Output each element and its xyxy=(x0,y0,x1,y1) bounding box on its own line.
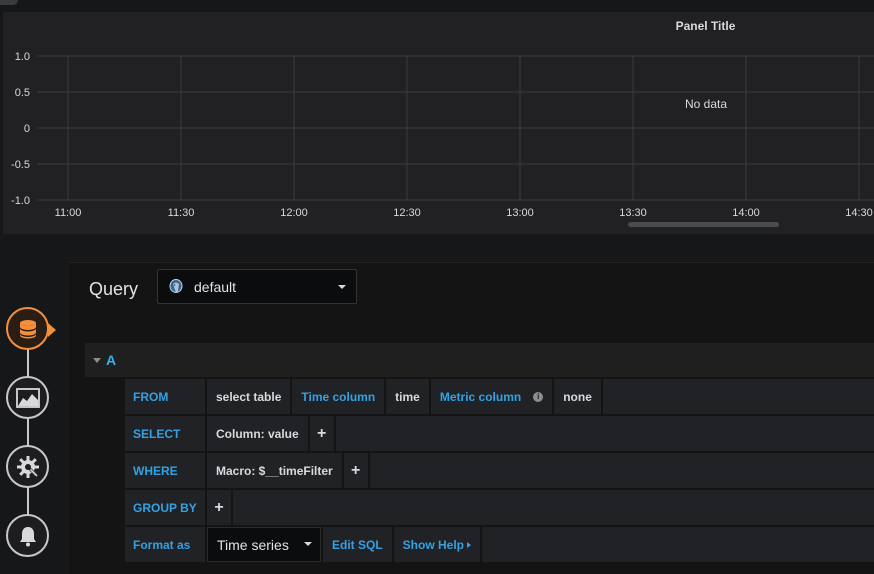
format-select-value: Time series xyxy=(217,536,289,553)
graph-panel: 1.0 0.5 0 -0.5 -1.0 11:00 11:30 12:00 12:30 13:0… xyxy=(3,12,874,234)
select-keyword: SELECT xyxy=(125,416,205,451)
query-builder: FROM select table Time column time Metri… xyxy=(125,379,874,564)
select-column-value[interactable]: Column: value xyxy=(207,416,308,451)
bell-icon xyxy=(19,526,36,546)
gear-icon xyxy=(16,455,39,478)
metric-column-select[interactable]: none xyxy=(554,379,601,414)
graph-canvas: 1.0 0.5 0 -0.5 -1.0 11:00 11:30 12:00 12:30 13:0… xyxy=(11,51,874,219)
x-tick-label: 11:30 xyxy=(168,207,195,219)
y-tick-label: -1.0 xyxy=(11,195,30,207)
no-data-message: No data xyxy=(685,97,727,111)
chevron-down-icon xyxy=(338,285,346,289)
query-ref-id: A xyxy=(106,352,117,368)
editor-header: Query xyxy=(89,277,138,301)
time-column-select[interactable]: time xyxy=(386,379,429,414)
graph-grid xyxy=(37,55,874,201)
add-select-button[interactable]: + xyxy=(309,416,334,451)
rail-visualization-button[interactable] xyxy=(6,376,49,419)
row-filler xyxy=(369,453,874,488)
metric-column-label: Metric column i xyxy=(430,379,553,414)
y-tick-label: 1.0 xyxy=(15,51,30,63)
chevron-down-icon xyxy=(304,542,312,546)
rail-alert-button[interactable] xyxy=(6,514,49,557)
x-tick-label: 12:00 xyxy=(280,207,308,219)
y-tick-label: 0 xyxy=(24,123,30,135)
where-row: WHERE Macro: $__timeFilter + xyxy=(125,453,874,488)
x-tick-label: 14:30 xyxy=(845,207,873,219)
x-axis-ticks: 11:00 11:30 12:00 12:30 13:00 13:30 14:00 14:30 xyxy=(55,207,873,219)
datasource-select[interactable]: default xyxy=(157,269,357,304)
format-select[interactable]: Time series xyxy=(207,527,321,562)
y-tick-label: 0.5 xyxy=(15,87,30,99)
editor-title: Query xyxy=(89,278,139,299)
row-filler xyxy=(602,379,874,414)
x-tick-label: 13:30 xyxy=(619,207,647,219)
metric-column-text: Metric column xyxy=(439,389,522,404)
group-by-row: GROUP BY + xyxy=(125,490,874,525)
info-icon[interactable]: i xyxy=(533,391,544,402)
rail-queries-button[interactable] xyxy=(6,307,56,350)
show-help-label: Show Help xyxy=(402,537,465,552)
area-chart-icon xyxy=(15,387,40,408)
add-where-button[interactable]: + xyxy=(343,453,368,488)
format-as-label: Format as xyxy=(125,527,205,562)
edit-sql-button[interactable]: Edit SQL xyxy=(323,527,392,562)
where-keyword: WHERE xyxy=(125,453,205,488)
add-group-by-button[interactable]: + xyxy=(207,490,231,525)
table-select[interactable]: select table xyxy=(207,379,291,414)
from-keyword: FROM xyxy=(125,379,205,414)
caret-right-icon xyxy=(467,541,472,548)
query-editor: Query default A FROM select table Time c… xyxy=(69,262,874,574)
database-icon xyxy=(19,319,36,338)
time-column-label: Time column xyxy=(292,379,385,414)
x-tick-label: 12:30 xyxy=(393,207,421,219)
from-row: FROM select table Time column time Metri… xyxy=(125,379,874,414)
row-filler xyxy=(233,490,874,525)
format-row: Format as Time series Edit SQL Show Help xyxy=(125,527,874,562)
query-row-header[interactable]: A xyxy=(85,343,874,377)
show-help-button[interactable]: Show Help xyxy=(393,527,481,562)
select-row: SELECT Column: value + xyxy=(125,416,874,451)
y-tick-label: -0.5 xyxy=(11,159,30,171)
row-filler xyxy=(482,527,874,562)
collapse-caret-icon[interactable] xyxy=(93,357,101,363)
graph-horizontal-scrollbar[interactable] xyxy=(628,222,779,227)
x-tick-label: 11:00 xyxy=(55,207,82,219)
x-tick-label: 14:00 xyxy=(732,207,760,219)
group-by-keyword: GROUP BY xyxy=(125,490,205,525)
panel-title-wrap[interactable]: Panel Title xyxy=(3,19,874,33)
where-macro[interactable]: Macro: $__timeFilter xyxy=(207,453,342,488)
y-axis-ticks: 1.0 0.5 0 -0.5 -1.0 xyxy=(11,51,30,207)
datasource-label: default xyxy=(194,278,237,295)
rail-general-button[interactable] xyxy=(6,445,49,488)
x-tick-label: 13:00 xyxy=(506,207,534,219)
row-filler xyxy=(335,416,874,451)
panel-title[interactable]: Panel Title xyxy=(676,19,736,33)
top-corner xyxy=(0,0,18,5)
rail-connector xyxy=(27,330,29,530)
active-pointer xyxy=(48,323,56,337)
postgres-icon xyxy=(169,278,183,293)
